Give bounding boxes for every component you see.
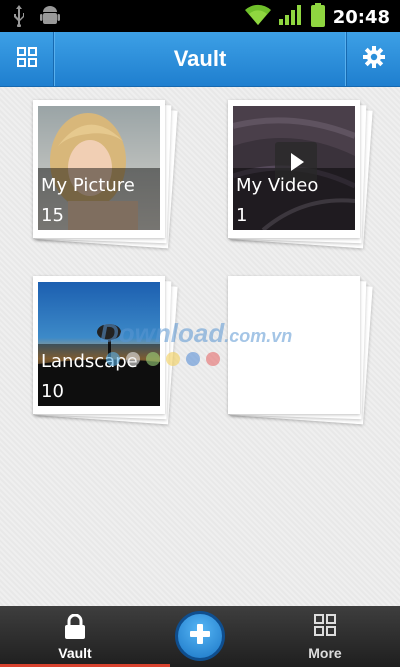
usb-icon: [12, 5, 26, 31]
watermark: Download.com.vn: [100, 318, 340, 378]
settings-button[interactable]: [346, 32, 400, 86]
tab-vault[interactable]: Vault: [0, 606, 170, 667]
add-button[interactable]: [175, 611, 225, 661]
app-header: Vault: [0, 32, 400, 87]
album-name: My Video: [236, 175, 319, 196]
grid-icon: [16, 47, 37, 71]
album-count: 1: [236, 205, 248, 226]
page-title: Vault: [173, 46, 227, 71]
watermark-dots: [106, 352, 220, 366]
signal-icon: [278, 4, 303, 30]
tab-vault-label: Vault: [58, 645, 92, 661]
status-bar: 20:48: [0, 0, 400, 32]
lock-icon: [64, 613, 86, 644]
battery-icon: [310, 3, 325, 31]
album-thumbnail: My Video 1: [233, 106, 355, 230]
gear-icon: [362, 46, 385, 72]
album-my-video[interactable]: My Video 1: [228, 100, 373, 249]
tab-more-label: More: [308, 645, 342, 661]
album-name: My Picture: [41, 175, 135, 196]
tab-more[interactable]: More: [265, 606, 385, 667]
android-debug-icon: [40, 5, 60, 31]
album-count: 10: [41, 381, 64, 402]
watermark-suffix: .com.vn: [224, 326, 293, 346]
album-my-picture[interactable]: My Picture 15: [33, 100, 178, 249]
grid-view-button[interactable]: [0, 32, 54, 86]
wifi-icon: [244, 4, 271, 30]
album-thumbnail: My Picture 15: [38, 106, 160, 230]
status-time: 20:48: [332, 6, 390, 28]
album-count: 15: [41, 205, 64, 226]
plus-icon: [189, 623, 211, 649]
watermark-text: Download: [100, 318, 225, 348]
grid-icon: [314, 614, 336, 640]
